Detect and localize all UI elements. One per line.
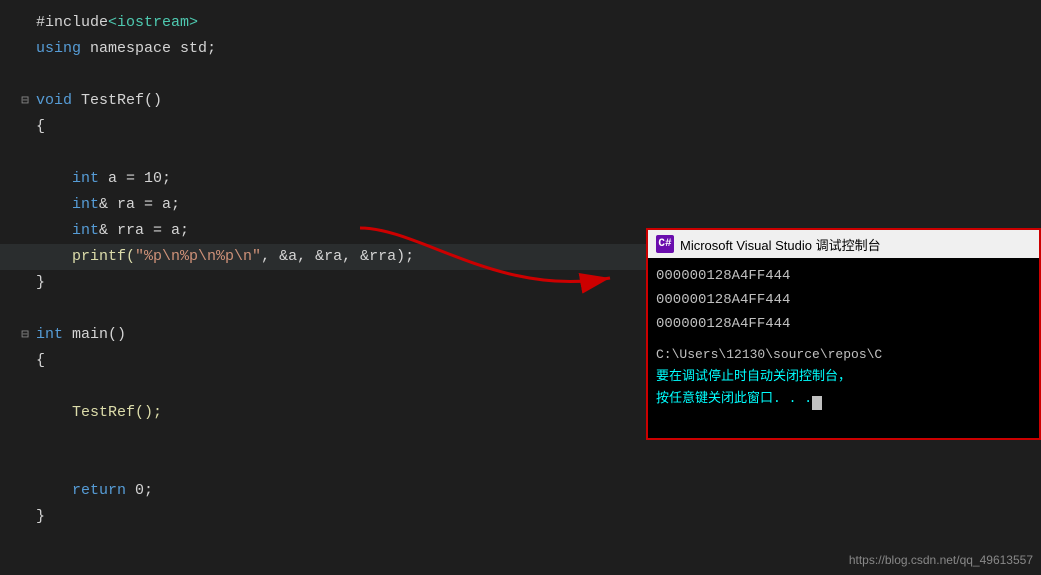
code-line-14: { — [0, 348, 670, 374]
fn-printf: printf( — [72, 248, 135, 265]
code-content: } — [32, 504, 45, 530]
code-content: TestRef(); — [32, 400, 162, 426]
preprocessor: #include — [36, 14, 108, 31]
console-info-1: 要在调试停止时自动关闭控制台， — [656, 366, 1031, 388]
code-line-10: printf("%p\n%p\n%p\n", &a, &ra, &rra); — [0, 244, 670, 270]
code-content: } — [32, 270, 45, 296]
code-line-15 — [0, 374, 670, 400]
code-content — [32, 426, 72, 452]
fmt-string: "%p\n%p\n%p\n" — [135, 248, 261, 265]
code-line-4: ⊟ void TestRef() — [0, 88, 670, 114]
code-line-1: #include<iostream> — [0, 10, 670, 36]
code-content: return 0; — [32, 478, 153, 504]
code-content — [32, 452, 72, 478]
console-path: C:\Users\12130\source\repos\C — [656, 344, 1031, 366]
code-line-8: int& ra = a; — [0, 192, 670, 218]
console-body: 000000128A4FF444 000000128A4FF444 000000… — [648, 258, 1039, 438]
code-line-2: using namespace std; — [0, 36, 670, 62]
kw-int: int — [36, 326, 63, 343]
code-content: using namespace std; — [32, 36, 216, 62]
code-line-18 — [0, 452, 670, 478]
code-editor: #include<iostream> using namespace std; … — [0, 0, 670, 575]
code-line-5: { — [0, 114, 670, 140]
kw-using: using — [36, 40, 81, 57]
code-line-19: return 0; — [0, 478, 670, 504]
console-output-2: 000000128A4FF444 — [656, 288, 1031, 312]
console-info-2: 按任意键关闭此窗口. . . — [656, 388, 1031, 410]
code-line-17 — [0, 426, 670, 452]
code-line-7: int a = 10; — [0, 166, 670, 192]
code-content — [32, 62, 45, 88]
include-lib: <iostream> — [108, 14, 198, 31]
kw-int: int — [72, 170, 99, 187]
code-content: int& rra = a; — [32, 218, 189, 244]
kw-int: int — [72, 196, 99, 213]
code-line-11: } — [0, 270, 670, 296]
code-line-13: ⊟ int main() — [0, 322, 670, 348]
code-line-12 — [0, 296, 670, 322]
code-content: int& ra = a; — [32, 192, 180, 218]
collapse-btn: ⊟ — [18, 88, 32, 114]
watermark: https://blog.csdn.net/qq_49613557 — [849, 553, 1033, 567]
console-titlebar: C# Microsoft Visual Studio 调试控制台 — [648, 230, 1039, 258]
code-line-6 — [0, 140, 670, 166]
code-content: int a = 10; — [32, 166, 171, 192]
code-content: void TestRef() — [32, 88, 162, 114]
kw-int: int — [72, 222, 99, 239]
vs-icon-label: C# — [658, 238, 671, 250]
code-line-16: TestRef(); — [0, 400, 670, 426]
console-output-3: 000000128A4FF444 — [656, 312, 1031, 336]
code-content: { — [32, 114, 45, 140]
code-line-9: int& rra = a; — [0, 218, 670, 244]
code-content — [32, 374, 72, 400]
collapse-btn: ⊟ — [18, 322, 32, 348]
console-title: Microsoft Visual Studio 调试控制台 — [680, 235, 881, 254]
kw-void: void — [36, 92, 72, 109]
console-cursor — [812, 396, 822, 410]
fn-testref: TestRef(); — [72, 404, 162, 421]
code-content: { — [32, 348, 45, 374]
code-content: int main() — [32, 322, 126, 348]
code-line-3 — [0, 62, 670, 88]
code-line-20: } — [0, 504, 670, 530]
console-app-icon: C# — [656, 235, 674, 253]
code-content — [32, 296, 45, 322]
console-window: C# Microsoft Visual Studio 调试控制台 0000001… — [646, 228, 1041, 440]
code-content: #include<iostream> — [32, 10, 198, 36]
code-content: printf("%p\n%p\n%p\n", &a, &ra, &rra); — [32, 244, 414, 270]
console-output-1: 000000128A4FF444 — [656, 264, 1031, 288]
kw-return: return — [72, 482, 126, 499]
code-content — [32, 140, 72, 166]
